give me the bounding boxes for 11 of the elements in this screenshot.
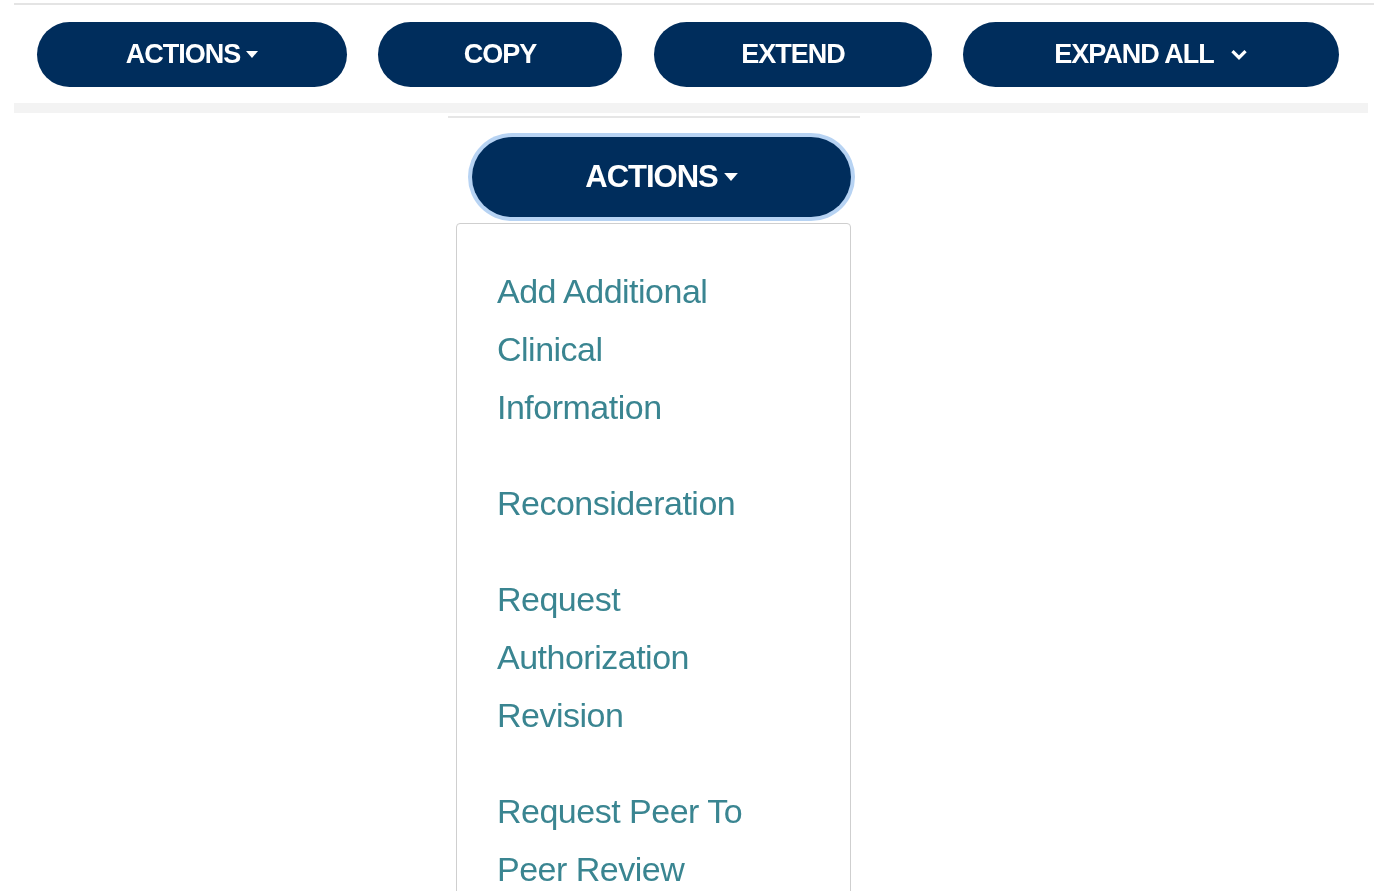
menu-item[interactable]: Add Additional Clinical Information	[497, 262, 759, 436]
caret-icon	[723, 173, 738, 181]
menu-item[interactable]: Reconsideration	[497, 474, 759, 532]
chevron-down-icon	[1229, 48, 1248, 61]
toolbar-button[interactable]: EXTEND	[654, 22, 932, 87]
caret-icon	[246, 51, 259, 58]
toolbar-button[interactable]: COPY	[378, 22, 622, 87]
menu-item[interactable]: Request Authorization Revision	[497, 570, 759, 744]
dropdown-button[interactable]: ACTIONS	[37, 22, 347, 87]
dropdown-button[interactable]: EXPAND ALL	[963, 22, 1339, 87]
menu-item[interactable]: Request Peer To Peer Review	[497, 782, 759, 891]
